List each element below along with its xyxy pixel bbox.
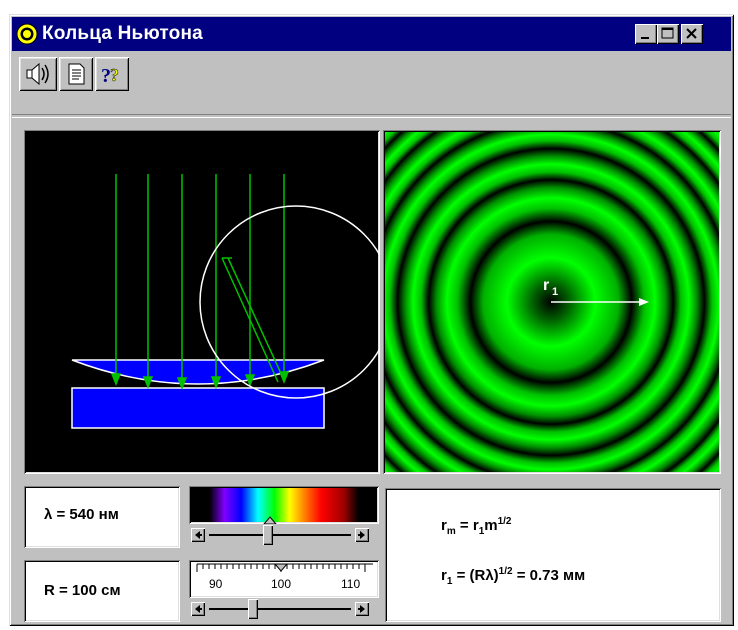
toolbar-separator <box>12 114 731 118</box>
newton-rings-panel: r 1 <box>383 130 721 474</box>
ruler-label-110: 110 <box>341 577 360 591</box>
sound-button[interactable] <box>19 57 57 91</box>
title-bar[interactable]: Кольца Ньютона <box>12 17 731 51</box>
minimize-icon <box>641 37 649 39</box>
lens-ray-diagram <box>71 174 393 429</box>
ring-radius-subscript: 1 <box>552 286 558 298</box>
wavelength-display: λ = 540 нм <box>24 486 180 548</box>
lens-diagram-panel <box>24 130 393 474</box>
glass-plate <box>71 387 325 429</box>
radius-ruler: 90 100 110 <box>189 560 379 598</box>
radius-slider-track[interactable] <box>209 608 351 610</box>
ruler-label-100: 100 <box>271 577 291 591</box>
close-icon <box>686 28 697 39</box>
document-icon <box>68 63 85 85</box>
newton-rings-image: r 1 <box>385 132 719 472</box>
help-button[interactable]: ? ? <box>95 57 129 91</box>
maximize-icon <box>661 27 674 39</box>
radius-label: R = 100 см <box>44 582 121 599</box>
maximize-button[interactable] <box>657 24 679 44</box>
arrow-right-icon <box>358 605 365 613</box>
arrow-left-icon <box>195 605 202 613</box>
help-icon: ? ? <box>101 65 119 87</box>
wavelength-label: λ = 540 нм <box>44 506 119 523</box>
spectrum-strip <box>189 486 379 525</box>
wavelength-decrease-button[interactable] <box>191 528 205 542</box>
ring-radius-label: r <box>543 277 549 294</box>
wavelength-slider-track[interactable] <box>209 534 351 536</box>
formula-line-1: rm = r1m1/2 <box>441 516 512 537</box>
minimize-button[interactable] <box>635 24 657 44</box>
close-button[interactable] <box>681 24 703 44</box>
rings-app-icon <box>16 23 38 45</box>
formula-panel: rm = r1m1/2 r1 = (Rλ)1/2 = 0.73 мм <box>385 488 721 622</box>
svg-text:?: ? <box>110 65 119 85</box>
radius-increase-button[interactable] <box>355 602 369 616</box>
window-title: Кольца Ньютона <box>42 23 203 44</box>
app-window: Кольца Ньютона ? ? r 1 λ = 540 нм R = 10… <box>9 14 734 626</box>
speaker-icon <box>26 62 49 86</box>
wavelength-increase-button[interactable] <box>355 528 369 542</box>
radius-marker <box>273 563 289 572</box>
description-button[interactable] <box>59 57 93 91</box>
wavelength-slider-thumb[interactable] <box>263 525 273 545</box>
arrow-right-icon <box>358 531 365 539</box>
ruler-label-90: 90 <box>209 577 223 591</box>
radius-decrease-button[interactable] <box>191 602 205 616</box>
spectrum-gradient <box>191 488 377 525</box>
radius-display: R = 100 см <box>24 560 180 622</box>
formula-line-2: r1 = (Rλ)1/2 = 0.73 мм <box>441 566 586 587</box>
light-rays <box>110 174 290 391</box>
radius-slider-thumb[interactable] <box>248 599 258 619</box>
arrow-left-icon <box>195 531 202 539</box>
ruler-ticks: 90 100 110 <box>196 563 373 591</box>
